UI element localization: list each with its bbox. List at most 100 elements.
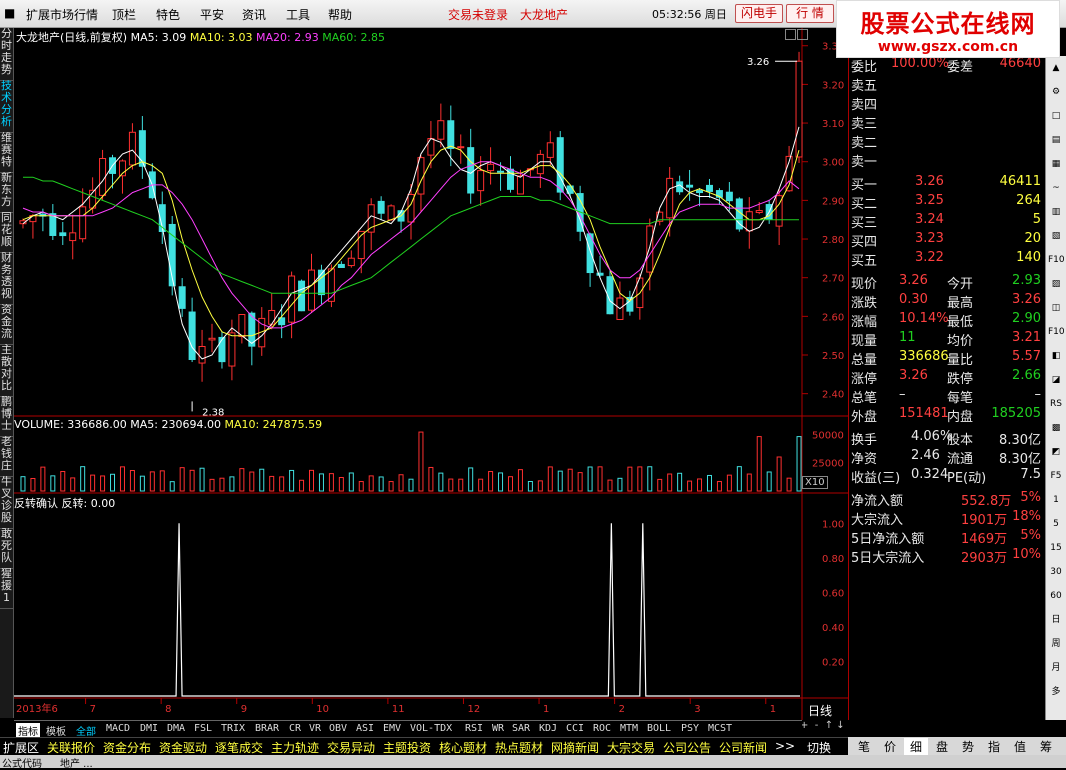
- indicator-tab-sar[interactable]: SAR: [512, 723, 530, 734]
- left-tab-5[interactable]: 财务透视: [0, 252, 13, 305]
- indicator-tab-trix[interactable]: TRIX: [221, 723, 245, 734]
- left-tab-8[interactable]: 鹏博士: [0, 396, 13, 437]
- toolbar-icon-22[interactable]: 60: [1048, 588, 1064, 604]
- detail-tab-2[interactable]: 细: [904, 738, 928, 755]
- menu-item-help[interactable]: 帮助: [328, 6, 352, 23]
- toolbar-icon-8[interactable]: F10: [1048, 252, 1065, 268]
- indicator-tab-brar[interactable]: BRAR: [255, 723, 279, 734]
- toolbar-icon-9[interactable]: ▨: [1048, 276, 1064, 292]
- toolbar-icon-12[interactable]: ◧: [1048, 348, 1064, 364]
- toolbar-icon-25[interactable]: 月: [1048, 660, 1064, 676]
- toolbar-icon-26[interactable]: 多: [1048, 684, 1064, 700]
- indicator-tab-psy[interactable]: PSY: [681, 723, 699, 734]
- menu-item-tools[interactable]: 工具: [286, 6, 310, 23]
- menu-item-news[interactable]: 资讯: [242, 6, 266, 23]
- quote-button[interactable]: 行 情: [786, 4, 834, 23]
- left-tab-3[interactable]: 新东方: [0, 172, 13, 213]
- toolbar-icon-4[interactable]: ▦: [1048, 156, 1064, 172]
- period-label[interactable]: 日线: [808, 702, 832, 719]
- info-tab-4[interactable]: 逐笔成交: [212, 739, 266, 756]
- chart-area[interactable]: 3.262.38 2013年6 7 8 9 10 11 12 1 2 3 1 3.303.203.1…: [14, 28, 848, 720]
- info-tab-3[interactable]: 资金驱动: [156, 739, 210, 756]
- detail-tab-6[interactable]: 值: [1008, 738, 1032, 755]
- indicator-tab-dmi[interactable]: DMI: [140, 723, 158, 734]
- left-tab-12[interactable]: 猩援1: [0, 568, 13, 609]
- left-tab-4[interactable]: 同花顺: [0, 212, 13, 253]
- detail-tab-5[interactable]: 指: [982, 738, 1006, 755]
- app-icon[interactable]: ■: [4, 6, 15, 20]
- toolbar-icon-1[interactable]: ⚙: [1048, 84, 1064, 100]
- toolbar-icon-3[interactable]: ▤: [1048, 132, 1064, 148]
- indicator-tab-dma[interactable]: DMA: [167, 723, 185, 734]
- toolbar-icon-20[interactable]: 15: [1048, 540, 1064, 556]
- indicator-tab-模板[interactable]: 模板: [46, 723, 66, 738]
- toolbar-icon-24[interactable]: 周: [1048, 636, 1064, 652]
- detail-tab-1[interactable]: 价: [878, 738, 902, 755]
- indicator-tab-roc[interactable]: ROC: [593, 723, 611, 734]
- info-tab-5[interactable]: 主力轨迹: [268, 739, 322, 756]
- menu-item-topbar[interactable]: 顶栏: [112, 6, 136, 23]
- left-tab-7[interactable]: 主散对比: [0, 344, 13, 397]
- toolbar-icon-14[interactable]: RS: [1048, 396, 1064, 412]
- toolbar-icon-5[interactable]: ~: [1048, 180, 1064, 196]
- info-tab-14[interactable]: >>: [772, 739, 798, 753]
- indicator-tab-vr[interactable]: VR: [309, 723, 321, 734]
- indicator-tab-rsi[interactable]: RSI: [465, 723, 483, 734]
- info-tab-0[interactable]: 扩展区: [0, 739, 42, 756]
- menu-item-special[interactable]: 特色: [156, 6, 180, 23]
- indicator-tab-cci[interactable]: CCI: [566, 723, 584, 734]
- toolbar-icon-11[interactable]: F10: [1048, 324, 1065, 340]
- indicator-tab-emv[interactable]: EMV: [383, 723, 401, 734]
- indicator-tab-obv[interactable]: OBV: [329, 723, 347, 734]
- toolbar-icon-18[interactable]: 1: [1048, 492, 1064, 508]
- indicator-tab-全部[interactable]: 全部: [76, 723, 96, 738]
- toolbar-icon-13[interactable]: ◪: [1048, 372, 1064, 388]
- detail-tab-7[interactable]: 筹: [1034, 738, 1058, 755]
- info-tab-2[interactable]: 资金分布: [100, 739, 154, 756]
- toolbar-icon-10[interactable]: ◫: [1048, 300, 1064, 316]
- toolbar-icon-0[interactable]: ▲: [1048, 60, 1064, 76]
- indicator-tab-boll[interactable]: BOLL: [647, 723, 671, 734]
- indicator-tab-指标[interactable]: 指标: [16, 723, 40, 738]
- info-tab-12[interactable]: 公司公告: [660, 739, 714, 756]
- zoom-controls[interactable]: + - ↑ ↓: [800, 720, 845, 731]
- toolbar-icon-6[interactable]: ▥: [1048, 204, 1064, 220]
- detail-tab-4[interactable]: 势: [956, 738, 980, 755]
- menu-item-ext-market[interactable]: 扩展市场行情: [26, 6, 98, 23]
- left-tab-11[interactable]: 敢死队: [0, 528, 13, 569]
- info-tab-7[interactable]: 主题投资: [380, 739, 434, 756]
- info-tab-13[interactable]: 公司新闻: [716, 739, 770, 756]
- left-tab-2[interactable]: 维赛特: [0, 132, 13, 173]
- toolbar-icon-19[interactable]: 5: [1048, 516, 1064, 532]
- info-tab-11[interactable]: 大宗交易: [604, 739, 658, 756]
- left-tab-9[interactable]: 老钱庄: [0, 436, 13, 477]
- info-tab-6[interactable]: 交易异动: [324, 739, 378, 756]
- indicator-tab-fsl[interactable]: FSL: [194, 723, 212, 734]
- left-tab-6[interactable]: 资金流: [0, 304, 13, 345]
- menu-item-pingan[interactable]: 平安: [200, 6, 224, 23]
- info-tab-8[interactable]: 核心题材: [436, 739, 490, 756]
- login-status[interactable]: 交易未登录: [448, 6, 508, 23]
- toolbar-icon-17[interactable]: F5: [1048, 468, 1064, 484]
- info-tab-15[interactable]: 切换: [804, 739, 834, 756]
- toolbar-icon-16[interactable]: ◩: [1048, 444, 1064, 460]
- toolbar-icon-21[interactable]: 30: [1048, 564, 1064, 580]
- indicator-tab-cr[interactable]: CR: [289, 723, 301, 734]
- toolbar-icon-7[interactable]: ▧: [1048, 228, 1064, 244]
- left-tab-0[interactable]: 分时走势: [0, 28, 13, 81]
- info-tab-9[interactable]: 热点题材: [492, 739, 546, 756]
- indicator-tab-mtm[interactable]: MTM: [620, 723, 638, 734]
- indicator-tab-vol-tdx[interactable]: VOL-TDX: [410, 723, 452, 734]
- panel-close-icon[interactable]: [797, 29, 808, 40]
- flash-order-button[interactable]: 闪电手: [735, 4, 783, 23]
- indicator-tab-kdj[interactable]: KDJ: [539, 723, 557, 734]
- left-tab-10[interactable]: 牛叉诊股: [0, 476, 13, 529]
- indicator-tab-asi[interactable]: ASI: [356, 723, 374, 734]
- panel-restore-icon[interactable]: [785, 29, 796, 40]
- toolbar-icon-23[interactable]: 日: [1048, 612, 1064, 628]
- toolbar-icon-15[interactable]: ▩: [1048, 420, 1064, 436]
- detail-tab-3[interactable]: 盘: [930, 738, 954, 755]
- info-tab-1[interactable]: 关联报价: [44, 739, 98, 756]
- left-tab-1[interactable]: 技术分析: [0, 80, 13, 133]
- indicator-tab-wr[interactable]: WR: [492, 723, 504, 734]
